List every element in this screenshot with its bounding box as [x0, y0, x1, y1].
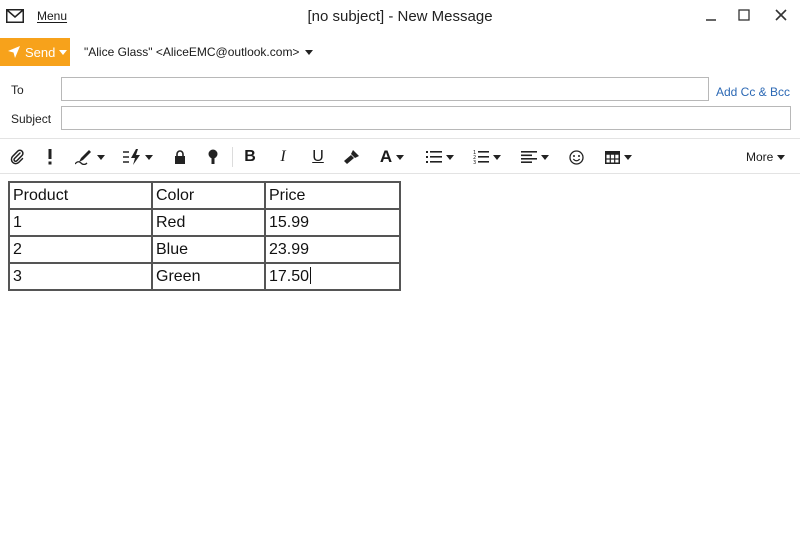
- align-left-icon: [521, 151, 537, 163]
- emoji-icon: [568, 149, 584, 165]
- emoji-button[interactable]: [567, 141, 585, 173]
- close-button[interactable]: [766, 5, 796, 25]
- attach-button[interactable]: [8, 141, 26, 173]
- chevron-down-icon: [777, 154, 786, 160]
- chevron-down-icon: [446, 154, 454, 160]
- table-cell[interactable]: 23.99: [264, 235, 401, 264]
- send-button[interactable]: Send: [0, 38, 70, 66]
- title-bar: Menu [no subject] - New Message: [0, 0, 800, 32]
- to-field[interactable]: [61, 77, 709, 101]
- send-icon: [8, 46, 20, 58]
- table-cell[interactable]: Product: [8, 181, 153, 210]
- text-cursor: [310, 267, 312, 284]
- quick-actions-button[interactable]: [122, 141, 154, 173]
- more-label: More: [746, 150, 774, 164]
- maximize-button[interactable]: [729, 5, 759, 25]
- chevron-down-icon: [97, 154, 105, 160]
- subject-label: Subject: [11, 112, 52, 126]
- add-cc-bcc-link[interactable]: Add Cc & Bcc: [716, 85, 790, 99]
- bold-button[interactable]: B: [241, 141, 259, 173]
- format-painter-icon: [344, 150, 359, 164]
- table-row: 1 Red 15.99: [8, 208, 401, 237]
- format-toolbar: B I U A 1 2 3 More: [0, 141, 800, 173]
- numbering-icon: 1 2 3: [473, 150, 489, 164]
- divider: [0, 138, 800, 139]
- importance-button[interactable]: [42, 141, 58, 173]
- minimize-icon: [706, 19, 716, 21]
- underline-button[interactable]: U: [309, 141, 327, 173]
- format-painter-button[interactable]: [341, 141, 361, 173]
- close-icon: [775, 9, 787, 21]
- chevron-down-icon: [145, 154, 153, 160]
- font-color-button[interactable]: A: [376, 141, 408, 173]
- table-cell[interactable]: 3: [8, 262, 153, 291]
- table-cell[interactable]: 1: [8, 208, 153, 237]
- table-cell[interactable]: Price: [264, 181, 401, 210]
- quick-actions-icon: [123, 149, 140, 165]
- table-cell[interactable]: Color: [151, 181, 266, 210]
- table-button[interactable]: [603, 141, 633, 173]
- table-row: 3 Green 17.50: [8, 262, 401, 291]
- from-address: "Alice Glass" <AliceEMC@outlook.com>: [84, 45, 300, 59]
- subject-field[interactable]: [61, 106, 791, 130]
- minimize-button[interactable]: [696, 5, 726, 25]
- chevron-down-icon: [541, 154, 549, 160]
- to-label: To: [11, 83, 24, 97]
- table-cell[interactable]: 2: [8, 235, 153, 264]
- chevron-down-icon: [396, 154, 405, 160]
- message-body-editor[interactable]: Product Color Price 1 Red 15.99 2 Blue 2…: [0, 174, 800, 544]
- maximize-icon: [738, 9, 750, 21]
- table-cell[interactable]: Red: [151, 208, 266, 237]
- sensitivity-button[interactable]: [205, 141, 221, 173]
- table-header-row: Product Color Price: [8, 181, 401, 210]
- svg-text:3: 3: [473, 160, 476, 164]
- table-row: 2 Blue 23.99: [8, 235, 401, 264]
- table-icon: [604, 150, 620, 164]
- send-label: Send: [25, 44, 56, 60]
- encrypt-button[interactable]: [172, 141, 188, 173]
- font-color-label: A: [379, 147, 393, 166]
- table-cell[interactable]: 17.50: [264, 262, 401, 291]
- more-button[interactable]: More: [746, 141, 786, 173]
- table-cell[interactable]: Green: [151, 262, 266, 291]
- signature-icon: [75, 150, 91, 165]
- product-table: Product Color Price 1 Red 15.99 2 Blue 2…: [8, 181, 401, 291]
- lock-icon: [175, 150, 185, 164]
- table-cell-text: 17.50: [269, 268, 310, 285]
- align-button[interactable]: [520, 141, 550, 173]
- bullets-button[interactable]: [425, 141, 455, 173]
- chevron-down-icon: [493, 154, 501, 160]
- send-options-chevron-icon: [59, 49, 68, 55]
- importance-icon: [48, 149, 52, 165]
- table-cell[interactable]: 15.99: [264, 208, 401, 237]
- pin-icon: [208, 149, 218, 164]
- attach-icon: [10, 149, 24, 165]
- italic-button[interactable]: I: [276, 141, 290, 173]
- from-account-selector[interactable]: "Alice Glass" <AliceEMC@outlook.com>: [84, 45, 314, 59]
- window-title: [no subject] - New Message: [307, 8, 493, 25]
- table-cell[interactable]: Blue: [151, 235, 266, 264]
- chevron-down-icon: [623, 154, 632, 160]
- numbering-button[interactable]: 1 2 3: [472, 141, 502, 173]
- bullets-icon: [426, 151, 442, 163]
- toolbar-divider: [232, 147, 233, 167]
- signature-button[interactable]: [74, 141, 106, 173]
- chevron-down-icon: [305, 49, 314, 55]
